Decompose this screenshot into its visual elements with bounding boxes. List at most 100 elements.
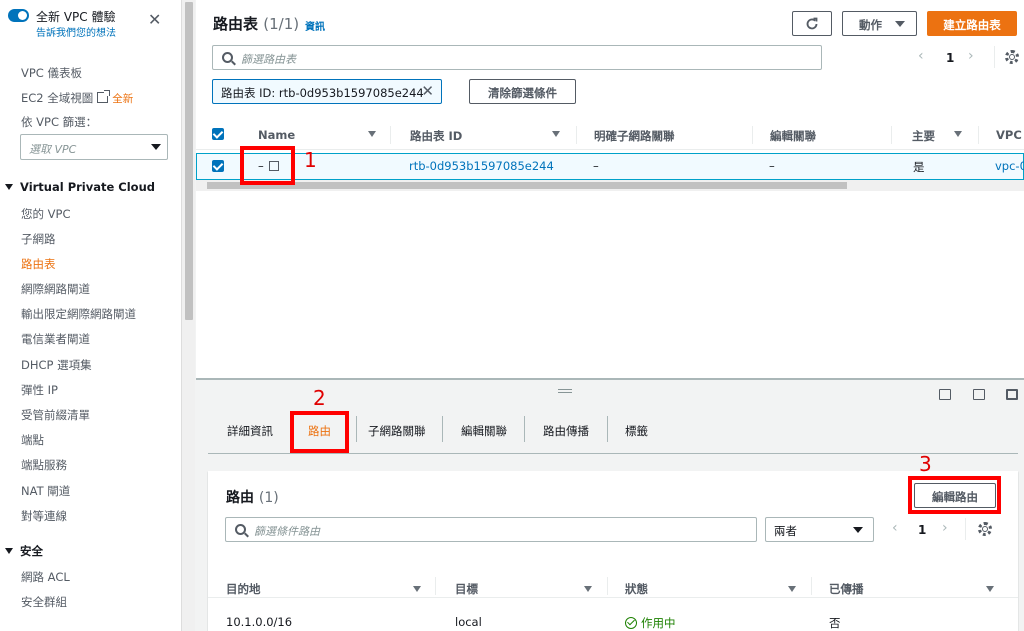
sort-icon[interactable] [552,131,560,137]
sidebar-item-peering[interactable]: 對等連線 [21,508,67,524]
selected-count: (1/1) [263,15,300,33]
sidebar: 全新 VPC 體驗 告訴我們您的想法 ✕ VPC 儀表板 EC2 全域視圖 全新 … [0,0,181,631]
sidebar-item-vpc-dashboard[interactable]: VPC 儀表板 [21,65,82,81]
new-experience-title: 全新 VPC 體驗 [36,10,116,24]
table-row[interactable]: – rtb-0d953b1597085e244 – – 是 vpc-0 [196,153,1024,180]
col-main[interactable]: 主要 [912,120,935,150]
annotation-number: 2 [313,386,326,410]
section-security-label: 安全 [20,544,43,558]
create-route-table-button[interactable]: 建立路由表 [927,11,1017,36]
tab-subnet-associations[interactable]: 子網路關聯 [368,423,426,439]
scrollbar-thumb[interactable] [185,2,193,320]
chevron-right-icon[interactable]: › [968,48,974,64]
info-link[interactable]: 資訊 [305,18,325,33]
chevron-left-icon[interactable]: ‹ [918,48,924,64]
col-target[interactable]: 目標 [455,581,478,597]
sidebar-item-security-groups[interactable]: 安全群組 [21,594,67,610]
sidebar-item-label: EC2 全域視圖 [21,91,94,105]
sort-icon[interactable] [954,131,962,137]
route-table-search-input[interactable]: 篩選路由表 [212,45,822,70]
col-vpc[interactable]: VPC [996,120,1022,150]
col-route-table-id[interactable]: 路由表 ID [410,120,462,150]
sort-icon[interactable] [986,586,994,592]
sidebar-item-elastic-ips[interactable]: 彈性 IP [21,382,58,398]
tab-details[interactable]: 詳細資訊 [227,423,273,439]
routes-search-input[interactable]: 篩選條件路由 [225,517,757,542]
sidebar-item-egress-only-igw[interactable]: 輸出限定網際網路閘道 [21,306,136,322]
layout-side-icon[interactable] [973,389,985,400]
sidebar-item-subnets[interactable]: 子網路 [21,231,56,247]
layout-bottom-icon[interactable] [939,389,951,400]
sidebar-item-ec2-global-view[interactable]: EC2 全域視圖 全新 [21,90,133,106]
chevron-left-icon[interactable]: ‹ [892,520,898,536]
sort-icon[interactable] [368,131,376,137]
sidebar-item-prefix-lists[interactable]: 受管前綴清單 [21,407,90,423]
search-placeholder: 篩選條件路由 [254,525,320,538]
refresh-icon [806,17,818,30]
filter-token-text: 路由表 ID: rtb-0d953b1597085e244 [221,86,424,100]
page-title: 路由表 (1/1) [213,13,299,34]
sort-icon[interactable] [584,586,592,592]
sidebar-item-nat-gateways[interactable]: NAT 閘道 [21,483,70,499]
sort-icon[interactable] [788,586,796,592]
caret-down-icon [5,184,13,190]
horizontal-scrollbar[interactable] [196,180,1024,191]
layout-full-icon[interactable] [1006,389,1018,400]
vpc-filter-select[interactable]: 選取 VPC [20,134,168,160]
sidebar-item-dhcp-options[interactable]: DHCP 選項集 [21,357,92,373]
tab-route-propagation[interactable]: 路由傳播 [543,423,589,439]
route-table-id-link[interactable]: rtb-0d953b1597085e244 [409,159,554,173]
feedback-link[interactable]: 告訴我們您的想法 [36,24,116,39]
sidebar-item-route-tables[interactable]: 路由表 [21,256,56,272]
caret-down-icon [895,21,905,27]
col-edge-assoc[interactable]: 編輯關聯 [770,120,816,150]
header-divider [208,597,1018,598]
page-number[interactable]: 1 [918,523,926,537]
close-icon[interactable]: ✕ [148,12,161,28]
routes-title: 路由 (1) [226,487,279,507]
sidebar-item-endpoint-services[interactable]: 端點服務 [21,457,67,473]
column-separator [390,126,391,144]
search-icon [222,52,233,63]
status-cell: 作用中 [625,615,676,631]
vpc-filter-placeholder: 選取 VPC [29,143,77,156]
section-security[interactable]: 安全 [5,543,43,559]
chevron-right-icon[interactable]: › [942,520,948,536]
row-checkbox[interactable] [212,160,224,172]
col-status[interactable]: 狀態 [625,581,648,597]
route-type-select[interactable]: 兩者 [765,517,874,542]
section-vpc[interactable]: Virtual Private Cloud [5,180,155,194]
sidebar-item-endpoints[interactable]: 端點 [21,432,44,448]
filter-by-vpc-label: 依 VPC 篩選： [21,115,98,129]
divider [965,518,966,540]
sidebar-item-your-vpcs[interactable]: 您的 VPC [21,206,71,222]
tab-tags[interactable]: 標籤 [625,423,648,439]
edge-assoc-cell: – [769,159,775,173]
close-icon[interactable]: ✕ [421,82,434,100]
column-separator [752,126,753,144]
gear-icon[interactable] [978,522,992,536]
sort-icon[interactable] [413,586,421,592]
scrollbar-thumb[interactable] [207,182,847,189]
col-destination[interactable]: 目的地 [226,581,261,597]
sidebar-item-internet-gateways[interactable]: 網際網路閘道 [21,281,90,297]
tab-edge-associations[interactable]: 編輯關聯 [461,423,507,439]
select-all-checkbox[interactable] [212,128,224,140]
sidebar-item-carrier-gateways[interactable]: 電信業者閘道 [21,331,90,347]
target-cell: local [455,615,482,629]
refresh-button[interactable] [792,11,832,36]
col-propagated[interactable]: 已傳播 [829,581,864,597]
chevron-down-icon [151,144,161,150]
sidebar-scrollbar[interactable] [181,0,195,631]
drag-handle-icon[interactable] [558,389,572,393]
page-number[interactable]: 1 [946,51,954,65]
highlight-box-edit-name [240,146,295,185]
sidebar-item-network-acls[interactable]: 網路 ACL [21,569,70,585]
vpc-link[interactable]: vpc-0 [995,159,1024,173]
new-experience-toggle[interactable] [8,9,29,22]
filter-token: 路由表 ID: rtb-0d953b1597085e244 ✕ [212,79,442,104]
actions-button[interactable]: 動作 [842,11,917,36]
gear-icon[interactable] [1005,50,1019,64]
clear-filters-button[interactable]: 清除篩選條件 [469,79,576,104]
col-explicit-subnet-assoc[interactable]: 明確子網路關聯 [594,120,675,150]
